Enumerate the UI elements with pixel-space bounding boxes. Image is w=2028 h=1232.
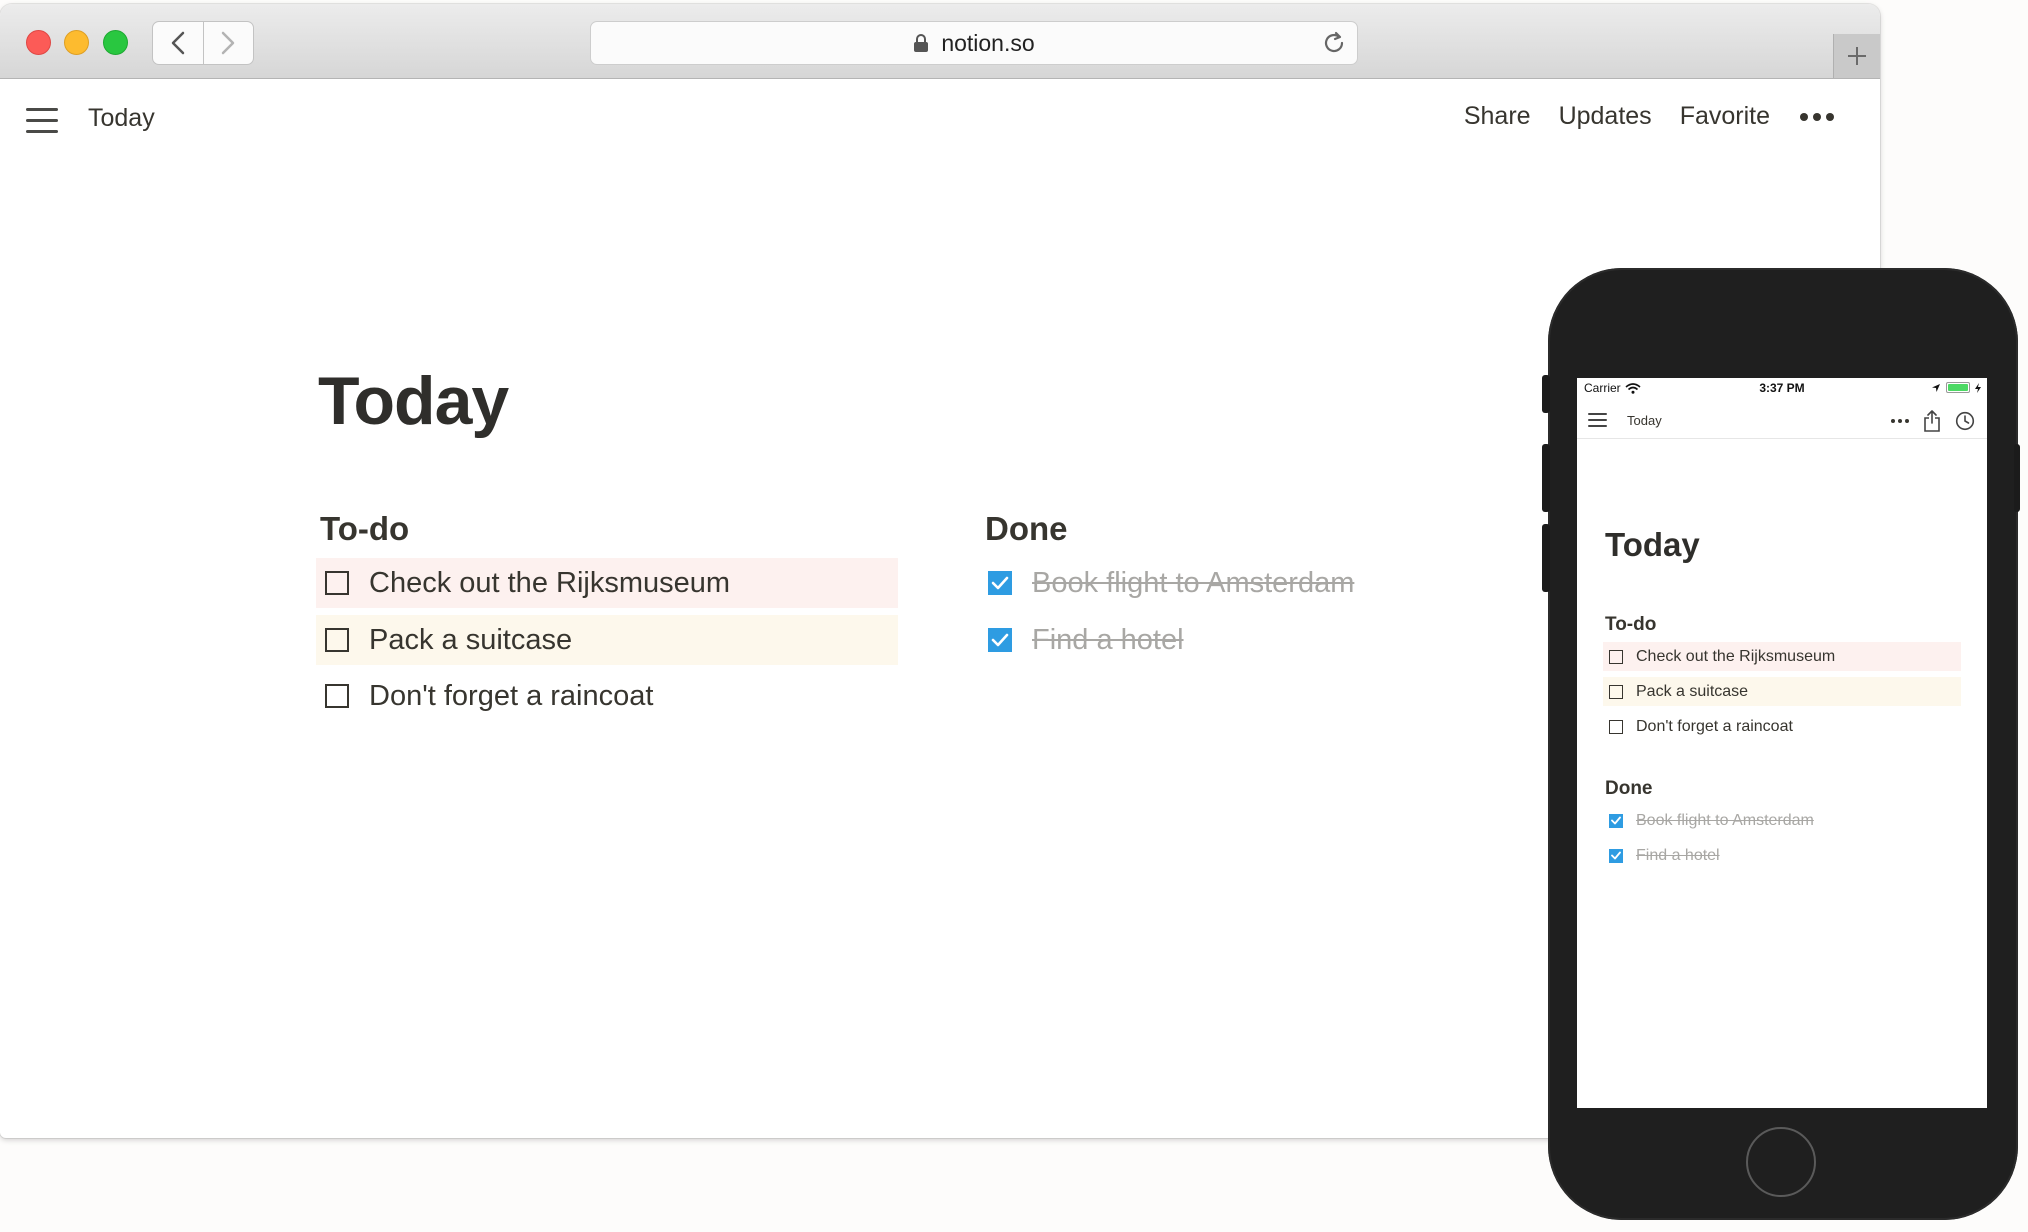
phone-done-item[interactable]: Book flight to Amsterdam — [1603, 806, 1961, 835]
breadcrumb[interactable]: Today — [88, 104, 155, 133]
phone-todo-item-label: Don't forget a raincoat — [1636, 717, 1793, 735]
home-button[interactable] — [1746, 1127, 1816, 1197]
status-time: 3:37 PM — [1759, 381, 1805, 395]
share-button[interactable]: Share — [1464, 102, 1531, 131]
phone-done-item[interactable]: Find a hotel — [1603, 841, 1961, 870]
close-window-button[interactable] — [26, 30, 51, 55]
more-icon[interactable] — [1891, 419, 1909, 423]
phone-device: Carrier 3:37 PM Today Today To-do Check — [1542, 268, 2020, 1220]
browser-titlebar: notion.so — [0, 4, 1880, 79]
charging-icon — [1975, 382, 1981, 393]
lock-icon — [913, 33, 929, 53]
phone-done-heading[interactable]: Done — [1605, 778, 1653, 800]
menu-icon[interactable] — [1588, 413, 1607, 431]
phone-todo-item[interactable]: Pack a suitcase — [1603, 677, 1961, 706]
more-icon[interactable] — [1800, 112, 1834, 121]
done-heading[interactable]: Done — [985, 510, 1068, 548]
clock-icon[interactable] — [1955, 411, 1975, 431]
todo-item[interactable]: Check out the Rijksmuseum — [316, 558, 898, 608]
history-nav — [152, 21, 254, 65]
volume-up-button — [1542, 444, 1550, 512]
page-title[interactable]: Today — [318, 362, 509, 440]
new-tab-button[interactable] — [1833, 34, 1880, 78]
checkbox[interactable] — [1609, 684, 1623, 699]
updates-button[interactable]: Updates — [1559, 102, 1652, 131]
checkbox[interactable] — [325, 628, 349, 652]
power-button — [2014, 444, 2020, 512]
plus-icon — [1848, 47, 1866, 65]
share-icon[interactable] — [1923, 410, 1941, 432]
done-item[interactable]: Find a hotel — [979, 615, 1539, 665]
chevron-left-icon — [171, 31, 184, 55]
menu-icon[interactable] — [26, 108, 58, 134]
done-item-label: Book flight to Amsterdam — [1032, 566, 1355, 599]
todo-heading[interactable]: To-do — [320, 510, 409, 548]
phone-screen: Carrier 3:37 PM Today Today To-do Check — [1577, 378, 1987, 1108]
done-item-label: Find a hotel — [1032, 623, 1184, 656]
phone-done-item-label: Book flight to Amsterdam — [1636, 811, 1814, 829]
checkmark-icon — [1611, 816, 1621, 825]
location-icon — [1932, 383, 1940, 392]
todo-item[interactable]: Don't forget a raincoat — [316, 671, 898, 721]
phone-todo-heading[interactable]: To-do — [1605, 614, 1656, 636]
mute-switch — [1542, 375, 1550, 413]
checkbox[interactable] — [325, 684, 349, 708]
phone-todo-item[interactable]: Don't forget a raincoat — [1603, 712, 1961, 741]
todo-item[interactable]: Pack a suitcase — [316, 615, 898, 665]
reload-icon[interactable] — [1321, 30, 1347, 62]
todo-item-label: Check out the Rijksmuseum — [369, 566, 731, 599]
zoom-window-button[interactable] — [103, 30, 128, 55]
phone-todo-item-label: Pack a suitcase — [1636, 682, 1749, 700]
checkbox[interactable] — [1609, 649, 1623, 664]
phone-todo-item[interactable]: Check out the Rijksmuseum — [1603, 642, 1961, 671]
checkbox-checked[interactable] — [1609, 813, 1623, 828]
notion-topbar: Today Share Updates Favorite — [0, 78, 1880, 158]
phone-todo-item-label: Check out the Rijksmuseum — [1636, 647, 1836, 665]
topbar-actions: Share Updates Favorite — [1464, 102, 1834, 131]
address-bar[interactable]: notion.so — [590, 21, 1358, 65]
phone-done-item-label: Find a hotel — [1636, 846, 1720, 864]
checkbox[interactable] — [325, 571, 349, 595]
checkmark-icon — [1611, 851, 1621, 860]
todo-item-label: Don't forget a raincoat — [369, 679, 654, 712]
checkbox-checked[interactable] — [1609, 848, 1623, 863]
favorite-button[interactable]: Favorite — [1680, 102, 1770, 131]
battery-icon — [1946, 382, 1970, 393]
forward-button[interactable] — [202, 22, 254, 64]
minimize-window-button[interactable] — [64, 30, 89, 55]
url-text: notion.so — [941, 29, 1035, 56]
checkbox-checked[interactable] — [988, 628, 1012, 652]
done-item[interactable]: Book flight to Amsterdam — [979, 558, 1539, 608]
phone-topbar-actions — [1891, 410, 1975, 432]
checkbox-checked[interactable] — [988, 571, 1012, 595]
phone-topbar: Today — [1577, 402, 1987, 439]
phone-breadcrumb[interactable]: Today — [1627, 413, 1662, 428]
status-right — [1931, 382, 1981, 393]
status-bar: Carrier 3:37 PM — [1577, 378, 1987, 402]
phone-page-title[interactable]: Today — [1605, 526, 1700, 564]
checkmark-icon — [991, 633, 1009, 647]
volume-down-button — [1542, 524, 1550, 592]
chevron-right-icon — [222, 31, 235, 55]
todo-item-label: Pack a suitcase — [369, 623, 573, 656]
checkmark-icon — [991, 576, 1009, 590]
checkbox[interactable] — [1609, 719, 1623, 734]
back-button[interactable] — [153, 22, 203, 64]
